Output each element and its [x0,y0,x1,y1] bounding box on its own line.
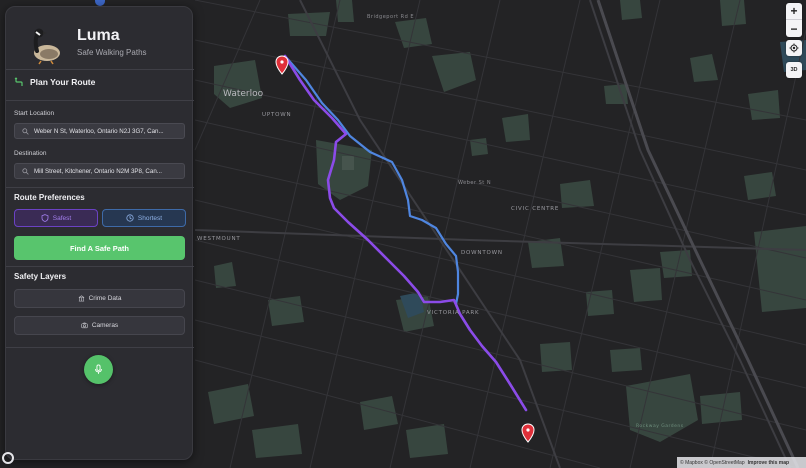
map-attribution: © Mapbox © OpenStreetMap Improve this ma… [677,457,806,468]
divider [6,187,194,188]
zoom-in-button[interactable]: + [786,3,802,20]
voice-input-button[interactable] [84,355,113,384]
building-icon [78,295,84,302]
brand: Luma Safe Walking Paths [26,25,186,69]
map-label-civic: CIVIC CENTRE [511,206,560,212]
improve-map-link[interactable]: Improve this map [748,460,789,466]
divider [6,347,194,348]
map-label-waterloo: Waterloo [223,89,264,99]
map-label-park: Rockway Gardens [636,424,684,429]
start-location-label: Start Location [14,110,55,117]
locate-button[interactable] [786,40,802,56]
destination-value: Mill Street, Kitchener, Ontario N2M 3P8,… [34,167,162,175]
view-3d-button[interactable]: 3D [786,62,802,78]
app-title: Luma [77,27,120,44]
camera-icon [81,322,88,329]
map-label-victoria: VICTORIA PARK [427,310,480,316]
cameras-toggle[interactable]: Cameras [14,316,185,335]
zoom-controls: + − [786,3,802,37]
route-sidebar: Luma Safe Walking Paths Plan Your Route … [5,6,194,460]
safest-button[interactable]: Safest [14,209,98,227]
plan-route-header: Plan Your Route [14,77,95,87]
crosshair-icon [789,43,799,53]
attribution-text: © Mapbox © OpenStreetMap [680,459,745,466]
goose-logo-icon [33,28,60,65]
divider [6,266,194,267]
divider [6,100,194,101]
find-safe-path-button[interactable]: Find A Safe Path [14,236,185,260]
map-label-uptown: UPTOWN [262,112,292,118]
route-icon [14,77,23,86]
microphone-icon [95,364,102,374]
map-label-weber: Weber St N [458,180,492,186]
shield-icon [41,214,49,222]
crime-data-label: Crime Data [88,295,122,302]
clock-icon [126,214,134,222]
destination-label: Destination [14,150,47,157]
search-icon [22,127,29,135]
map-label-westmount: WESTMOUNT [197,236,241,242]
crime-data-toggle[interactable]: Crime Data [14,289,185,308]
map-label-downtown: DOWNTOWN [461,250,503,256]
search-icon [22,167,29,175]
shortest-button[interactable]: Shortest [102,209,186,227]
route-preferences-title: Route Preferences [14,193,85,202]
start-location-value: Weber N St, Waterloo, Ontario N2J 3G7, C… [34,127,164,135]
shortest-label: Shortest [137,214,163,222]
cameras-label: Cameras [91,322,119,329]
map-label-bridgeport: Bridgeport Rd E [367,14,415,20]
plan-route-title: Plan Your Route [30,77,96,87]
destination-input[interactable]: Mill Street, Kitchener, Ontario N2M 3P8,… [14,163,185,179]
safety-layers-title: Safety Layers [14,272,67,281]
divider [6,69,194,70]
safest-label: Safest [52,214,72,222]
start-location-input[interactable]: Weber N St, Waterloo, Ontario N2J 3G7, C… [14,123,185,139]
zoom-out-button[interactable]: − [786,20,802,37]
mapbox-logo-icon[interactable] [2,452,14,464]
app-subtitle: Safe Walking Paths [77,48,147,57]
